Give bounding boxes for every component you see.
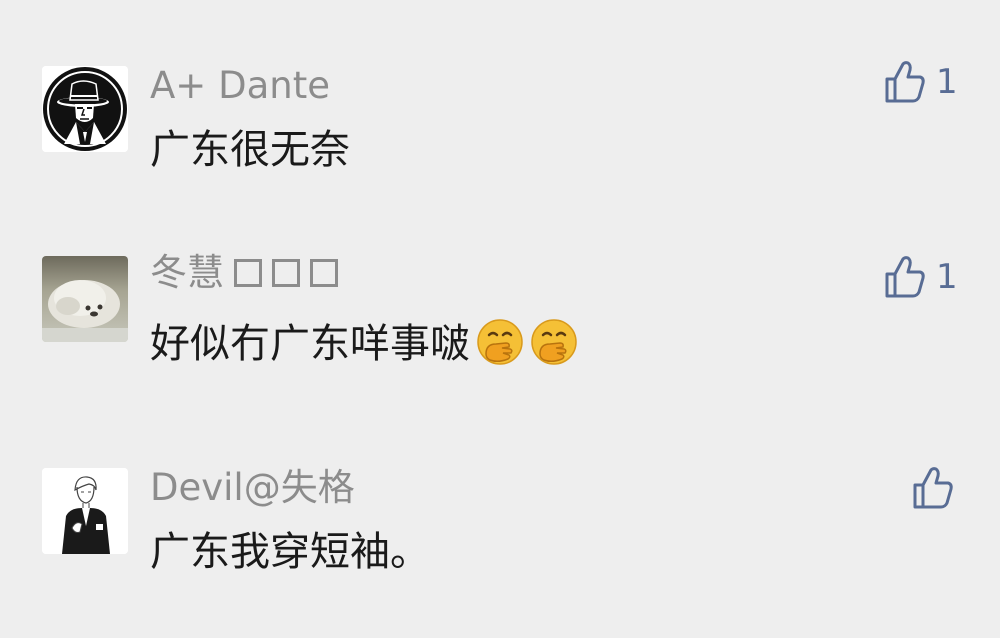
comment-text: 好似冇广东咩事啵 (150, 318, 578, 366)
unsupported-glyph-box (234, 259, 262, 287)
like-count: 1 (936, 257, 958, 297)
comment-author[interactable]: Devil@失格 (150, 469, 355, 506)
comment-author[interactable]: 冬慧 (150, 254, 338, 291)
anime-boy-sketch-avatar (42, 468, 128, 554)
author-name: 冬慧 (150, 251, 224, 294)
author-name: Devil@失格 (150, 466, 355, 509)
thumbs-up-icon (912, 466, 954, 510)
unsupported-glyph-box (310, 259, 338, 287)
hand-over-mouth-emoji (476, 318, 524, 366)
avatar[interactable] (42, 256, 128, 342)
comment-text: 广东我穿短袖。 (150, 529, 430, 575)
thumbs-up-icon (884, 255, 926, 299)
like-button[interactable] (912, 466, 964, 510)
comment-item: Devil@失格 广东我穿短袖。 (0, 0, 1000, 572)
comment-text-content: 好似冇广东咩事啵 (150, 321, 470, 367)
unsupported-glyph-box (272, 259, 300, 287)
avatar[interactable] (42, 468, 128, 554)
hand-over-mouth-emoji (530, 318, 578, 366)
white-dog-photo-avatar (42, 256, 128, 342)
like-button[interactable]: 1 (884, 255, 958, 299)
